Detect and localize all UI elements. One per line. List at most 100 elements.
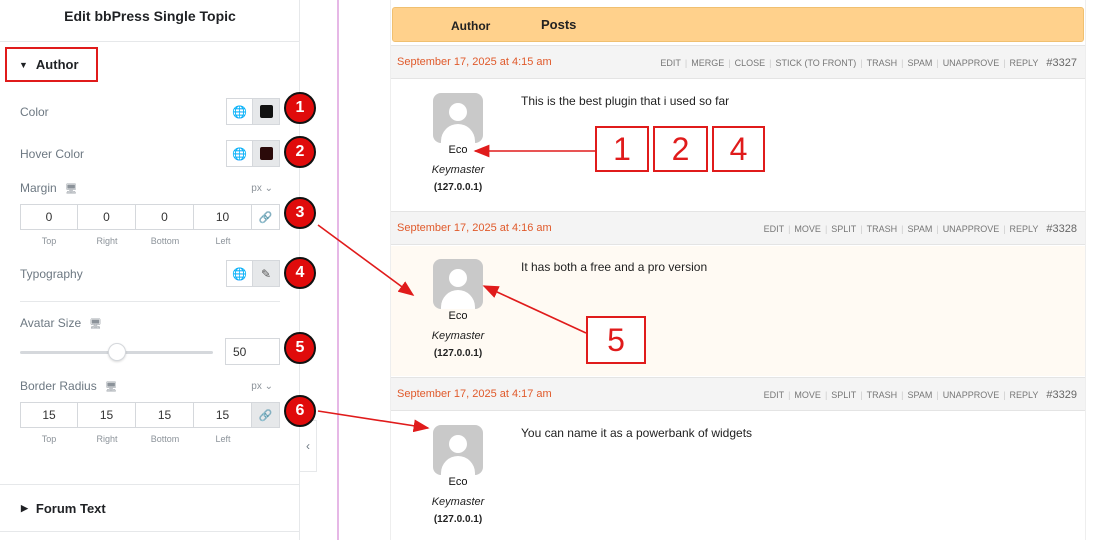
trash-link[interactable]: TRASH (867, 390, 898, 400)
margin-bottom-input[interactable]: 0 (136, 204, 194, 230)
author-avatar[interactable] (433, 259, 483, 309)
edit-link[interactable]: EDIT (764, 224, 785, 234)
global-color-button[interactable]: 🌐 (226, 98, 253, 125)
split-link[interactable]: SPLIT (831, 224, 856, 234)
edit-typography-button[interactable]: ✎ (253, 260, 280, 287)
reply-content: You can name it as a powerbank of widget… (521, 426, 753, 440)
link-values-button[interactable]: 🔗 (252, 402, 280, 428)
reply-link[interactable]: REPLY (1010, 224, 1039, 234)
annotation-marker-4: 4 (284, 257, 316, 289)
author-ip: (127.0.0.1) (433, 182, 483, 193)
typography-label: Typography (20, 267, 83, 281)
link-values-button[interactable]: 🔗 (252, 204, 280, 230)
spam-link[interactable]: SPAM (908, 224, 933, 234)
hover-color-picker-button[interactable] (253, 140, 280, 167)
author-name[interactable]: Eco (391, 476, 525, 488)
hover-color-label: Hover Color (20, 147, 85, 161)
close-link[interactable]: CLOSE (735, 58, 766, 68)
globe-icon: 🌐 (232, 104, 247, 119)
canvas-guide-line (337, 0, 339, 540)
color-control: 🌐 (226, 98, 280, 125)
edit-link[interactable]: EDIT (660, 58, 681, 68)
divider (0, 41, 300, 42)
callout-1: 1 (595, 126, 649, 172)
author-role: Keymaster (431, 330, 485, 342)
stick-link[interactable]: STICK (TO FRONT) (775, 58, 856, 68)
split-link[interactable]: SPLIT (831, 390, 856, 400)
forum-text-label: Forum Text (35, 500, 106, 516)
side-label-top: Top (41, 434, 57, 444)
margin-left-input[interactable]: 10 (194, 204, 252, 230)
reply-permalink[interactable]: #3329 (1046, 389, 1077, 401)
global-hover-color-button[interactable]: 🌐 (226, 140, 253, 167)
reply-header: September 17, 2025 at 4:17 am EDIT | MOVE… (391, 377, 1085, 411)
annotation-marker-6: 6 (284, 395, 316, 427)
border-radius-label: Border Radius 🖥 (20, 379, 117, 393)
side-label-bottom: Bottom (150, 434, 180, 444)
color-picker-button[interactable] (253, 98, 280, 125)
side-label-left: Left (215, 236, 231, 246)
edit-link[interactable]: EDIT (764, 390, 785, 400)
border-radius-inputs: 15 15 15 15 🔗 (20, 402, 280, 428)
unapprove-link[interactable]: UNAPPROVE (943, 224, 1000, 234)
move-link[interactable]: MOVE (794, 390, 821, 400)
panel-title: Edit bbPress Single Topic (64, 8, 236, 24)
header-posts: Posts (541, 17, 577, 32)
trash-link[interactable]: TRASH (867, 58, 898, 68)
radius-left-input[interactable]: 15 (194, 402, 252, 428)
side-label-right: Right (96, 434, 118, 444)
radius-right-input[interactable]: 15 (78, 402, 136, 428)
radius-top-input[interactable]: 15 (20, 402, 78, 428)
unapprove-link[interactable]: UNAPPROVE (943, 58, 1000, 68)
merge-link[interactable]: MERGE (691, 58, 724, 68)
author-avatar[interactable] (433, 425, 483, 475)
annotation-marker-1: 1 (284, 92, 316, 124)
forum-text-section-toggle[interactable]: ▶ Forum Text (0, 484, 300, 532)
avatar-size-slider-handle[interactable] (107, 343, 126, 361)
trash-link[interactable]: TRASH (867, 224, 898, 234)
move-link[interactable]: MOVE (794, 224, 821, 234)
reply-header: September 17, 2025 at 4:15 am EDIT | MERG… (391, 45, 1085, 79)
global-typography-button[interactable]: 🌐 (226, 260, 253, 287)
callout-4: 4 (712, 126, 765, 172)
spam-link[interactable]: SPAM (908, 58, 933, 68)
header-author: Author (451, 19, 491, 33)
author-avatar[interactable] (433, 93, 483, 143)
author-name[interactable]: Eco (391, 310, 525, 322)
annotation-marker-2: 2 (284, 136, 316, 168)
author-section-toggle[interactable]: ▼ Author (5, 47, 98, 82)
margin-unit-select[interactable]: px ⌄ (251, 183, 273, 194)
margin-unit: px (251, 183, 262, 194)
unapprove-link[interactable]: UNAPPROVE (943, 390, 1000, 400)
reply-date[interactable]: September 17, 2025 at 4:15 am (397, 56, 552, 68)
margin-right-input[interactable]: 0 (78, 204, 136, 230)
reply-date[interactable]: September 17, 2025 at 4:16 am (397, 222, 552, 234)
author-section-label: Author (35, 57, 79, 72)
avatar-size-input[interactable]: 50 (225, 338, 280, 365)
author-ip: (127.0.0.1) (433, 348, 483, 359)
margin-top-input[interactable]: 0 (20, 204, 78, 230)
reply-permalink[interactable]: #3328 (1046, 223, 1077, 235)
color-swatch (259, 105, 273, 118)
spam-link[interactable]: SPAM (908, 390, 933, 400)
link-icon: 🔗 (258, 211, 273, 224)
border-radius-label-text: Border Radius (20, 379, 97, 393)
forum-topic: Author Posts September 17, 2025 at 4:15 … (390, 0, 1086, 540)
reply-content: It has both a free and a pro version (521, 260, 708, 274)
reply-admin-links: EDIT | MOVE | SPLIT | TRASH | SPAM | UNAPPROV… (763, 223, 1077, 235)
reply-link[interactable]: REPLY (1010, 58, 1039, 68)
desktop-icon[interactable]: 🖥 (105, 382, 118, 393)
desktop-icon[interactable]: 🖥 (65, 184, 78, 195)
avatar-size-label-text: Avatar Size (20, 316, 82, 330)
reply-permalink[interactable]: #3327 (1046, 57, 1077, 69)
border-radius-unit-select[interactable]: px ⌄ (251, 381, 273, 392)
collapse-panel-button[interactable]: ‹ (300, 420, 317, 472)
reply-content: This is the best plugin that i used so f… (521, 94, 730, 108)
desktop-icon[interactable]: 🖥 (89, 319, 102, 330)
reply-link[interactable]: REPLY (1010, 390, 1039, 400)
author-name[interactable]: Eco (391, 144, 525, 156)
side-label-right: Right (96, 236, 118, 246)
radius-bottom-input[interactable]: 15 (136, 402, 194, 428)
reply-date[interactable]: September 17, 2025 at 4:17 am (397, 388, 552, 400)
globe-icon: 🌐 (232, 266, 247, 281)
